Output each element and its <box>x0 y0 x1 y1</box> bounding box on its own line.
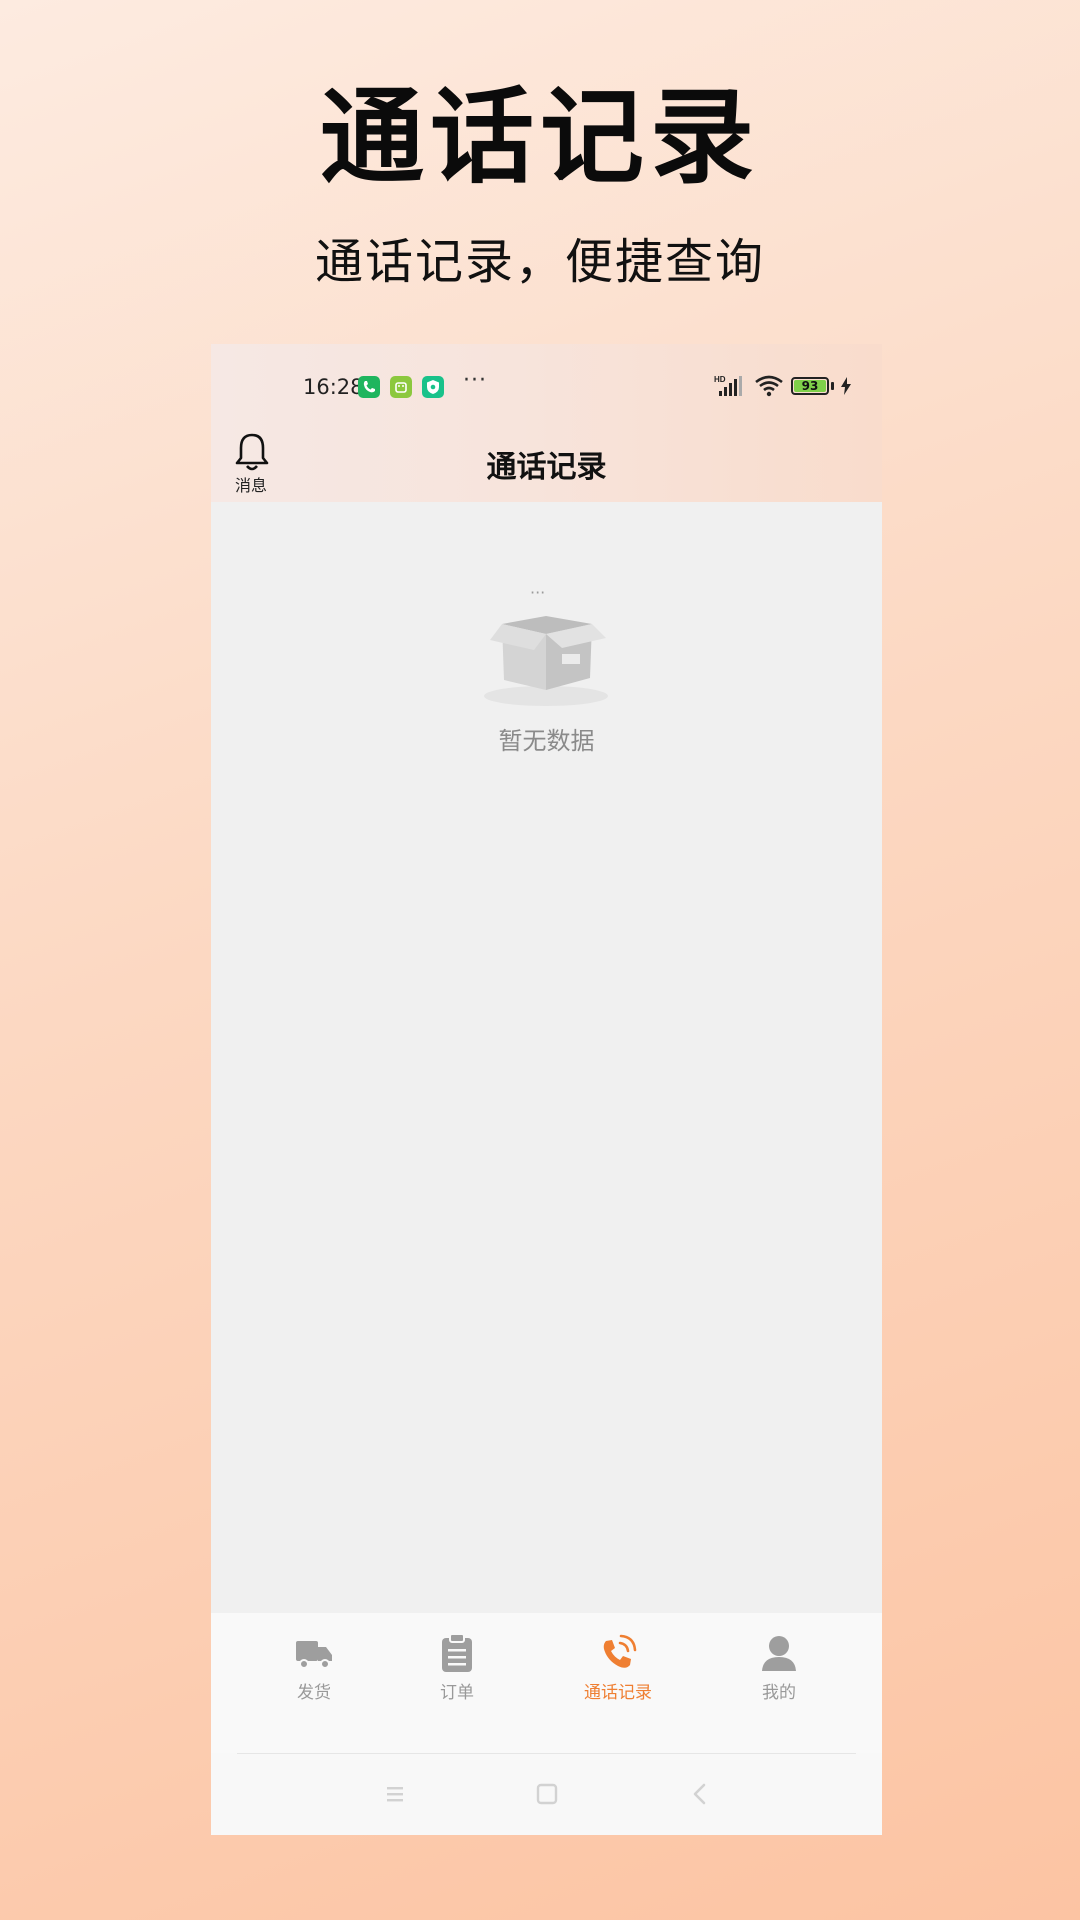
tab-bar: 发货 订单 通话记录 我的 <box>211 1613 882 1753</box>
system-nav-bar <box>211 1753 882 1835</box>
user-icon <box>759 1633 799 1673</box>
empty-message: 暂无数据 <box>498 727 595 755</box>
tab-ship[interactable]: 发货 <box>254 1633 374 1713</box>
tab-label: 发货 <box>297 1683 331 1703</box>
tab-label: 订单 <box>440 1683 474 1703</box>
status-more-icon: ··· <box>463 368 487 393</box>
tab-call-log[interactable]: 通话记录 <box>558 1633 678 1713</box>
android-icon <box>390 376 412 398</box>
svg-text:···: ··· <box>530 584 545 602</box>
status-time: 16:28 <box>303 375 364 399</box>
empty-box-icon: ··· <box>482 583 612 714</box>
wifi-icon <box>754 374 786 398</box>
phone-icon <box>358 376 380 398</box>
phone-screen: 16:28 ··· HD 93 消息 通话记录 ··· 暂无数据 发货 订单 通… <box>211 344 882 1835</box>
empty-state: ··· 暂无数据 <box>211 583 882 814</box>
battery-cap <box>831 382 834 390</box>
security-icon <box>422 376 444 398</box>
tab-label: 通话记录 <box>584 1683 652 1703</box>
svg-text:HD: HD <box>714 375 726 384</box>
battery-icon: 93 <box>791 377 829 395</box>
promo-subtitle: 通话记录，便捷查询 <box>314 234 765 290</box>
promo-title: 通话记录 <box>319 76 760 198</box>
header-area: 16:28 ··· HD 93 消息 通话记录 <box>211 344 882 502</box>
truck-icon <box>294 1633 334 1673</box>
phone-call-icon <box>598 1633 638 1673</box>
tab-profile[interactable]: 我的 <box>719 1633 839 1713</box>
tab-orders[interactable]: 订单 <box>397 1633 517 1713</box>
divider <box>237 1753 856 1754</box>
clipboard-icon <box>437 1633 477 1673</box>
page-title: 通话记录 <box>486 450 607 485</box>
tab-label: 我的 <box>762 1683 796 1703</box>
menu-icon[interactable] <box>380 1779 410 1809</box>
nav-bar: 消息 通话记录 <box>211 428 882 502</box>
status-bar: 16:28 ··· HD 93 <box>211 344 882 428</box>
back-icon[interactable] <box>685 1779 715 1809</box>
battery-level: 93 <box>794 380 826 392</box>
home-icon[interactable] <box>532 1779 562 1809</box>
charging-icon <box>839 376 853 396</box>
signal-icon: HD <box>714 374 746 398</box>
